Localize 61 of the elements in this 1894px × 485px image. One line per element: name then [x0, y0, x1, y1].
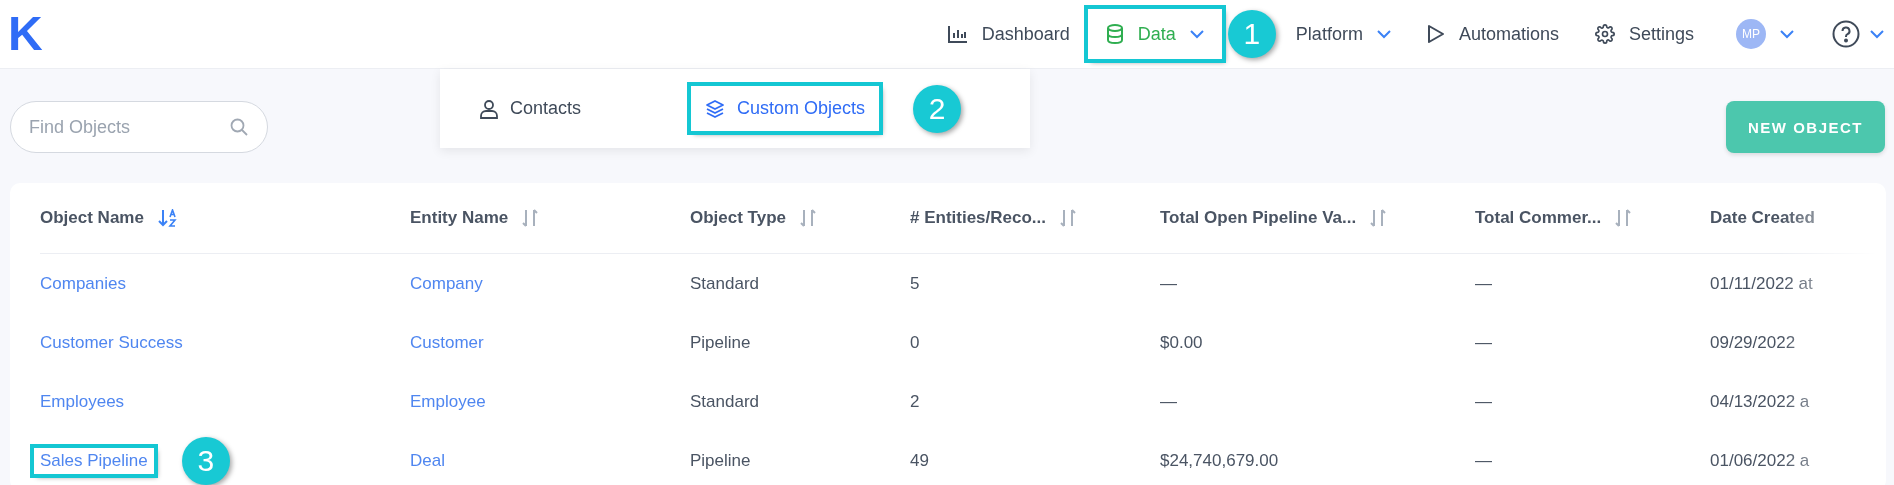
- column-header[interactable]: Object Type: [690, 208, 787, 228]
- avatar: MP: [1736, 19, 1766, 49]
- table-cell: 09/29/2022: [1710, 332, 1796, 353]
- nav-tab[interactable]: Dashboard: [929, 9, 1088, 59]
- table-cell: 01/06/2022 a: [1710, 450, 1810, 471]
- column-header[interactable]: # Entities/Reco...: [910, 208, 1047, 228]
- table-link[interactable]: Customer: [404, 329, 490, 356]
- sort-icon[interactable]: [800, 209, 817, 227]
- bar-chart-icon: [947, 25, 968, 43]
- table-cell: Pipeline: [690, 450, 751, 471]
- play-icon: [1426, 24, 1445, 44]
- search-field[interactable]: Find Objects: [10, 101, 268, 153]
- table-link[interactable]: Company: [404, 270, 489, 297]
- table-cell: $24,740,679.00: [1160, 450, 1279, 471]
- table-link[interactable]: Employees: [34, 388, 131, 415]
- table-link[interactable]: Customer Success: [34, 329, 189, 356]
- table-cell: —: [1160, 273, 1177, 294]
- search-icon: [230, 118, 248, 136]
- table-cell: Standard: [690, 391, 759, 412]
- sort-az-icon[interactable]: [157, 209, 178, 227]
- table-cell: —: [1475, 273, 1492, 294]
- table-cell: —: [1160, 391, 1177, 412]
- help-icon: [1832, 20, 1860, 48]
- step-badge: 2: [913, 84, 962, 133]
- nav-tab[interactable]: Automations: [1408, 9, 1577, 59]
- nav-tab[interactable]: Platform: [1277, 9, 1409, 59]
- menu-item[interactable]: Contacts: [466, 86, 596, 131]
- nav-tab[interactable]: Settings: [1576, 9, 1712, 59]
- table-cell: 2: [910, 391, 920, 412]
- table-cell: Standard: [690, 273, 759, 294]
- settings-icon: [1594, 24, 1615, 44]
- column-header[interactable]: Total Commer...: [1475, 208, 1602, 228]
- table-cell: —: [1475, 391, 1492, 412]
- step-badge: 1: [1227, 10, 1276, 58]
- table-link[interactable]: Deal: [404, 447, 451, 474]
- column-header[interactable]: Total Open Pipeline Va...: [1160, 208, 1357, 228]
- table-cell: —: [1475, 450, 1492, 471]
- table-cell: —: [1475, 332, 1492, 353]
- table-cell: $0.00: [1160, 332, 1203, 353]
- table-link[interactable]: Companies: [34, 270, 132, 297]
- table-link[interactable]: Employee: [404, 388, 492, 415]
- table-cell: Pipeline: [690, 332, 751, 353]
- sort-icon[interactable]: [1060, 209, 1077, 227]
- person-icon: [480, 98, 498, 119]
- column-header[interactable]: Object Name: [40, 208, 144, 228]
- sort-icon[interactable]: [1370, 209, 1387, 227]
- table-cell: 49: [910, 450, 929, 471]
- table-cell: 04/13/2022 a: [1710, 391, 1810, 412]
- column-header[interactable]: Entity Name: [410, 208, 509, 228]
- chevron-down-icon: [1870, 29, 1884, 39]
- table-cell: 5: [910, 273, 920, 294]
- column-header[interactable]: Date Created: [1710, 208, 1815, 228]
- sort-icon[interactable]: [522, 209, 539, 227]
- step-badge: 3: [181, 436, 230, 485]
- database-icon: [1105, 24, 1124, 44]
- chevron-down-icon: [1780, 29, 1794, 39]
- layers-icon: [705, 98, 726, 119]
- table-cell: 01/11/2022 at: [1710, 273, 1813, 294]
- sort-icon[interactable]: [1615, 209, 1632, 227]
- table-cell: 0: [910, 332, 920, 353]
- logo[interactable]: K: [8, 10, 43, 58]
